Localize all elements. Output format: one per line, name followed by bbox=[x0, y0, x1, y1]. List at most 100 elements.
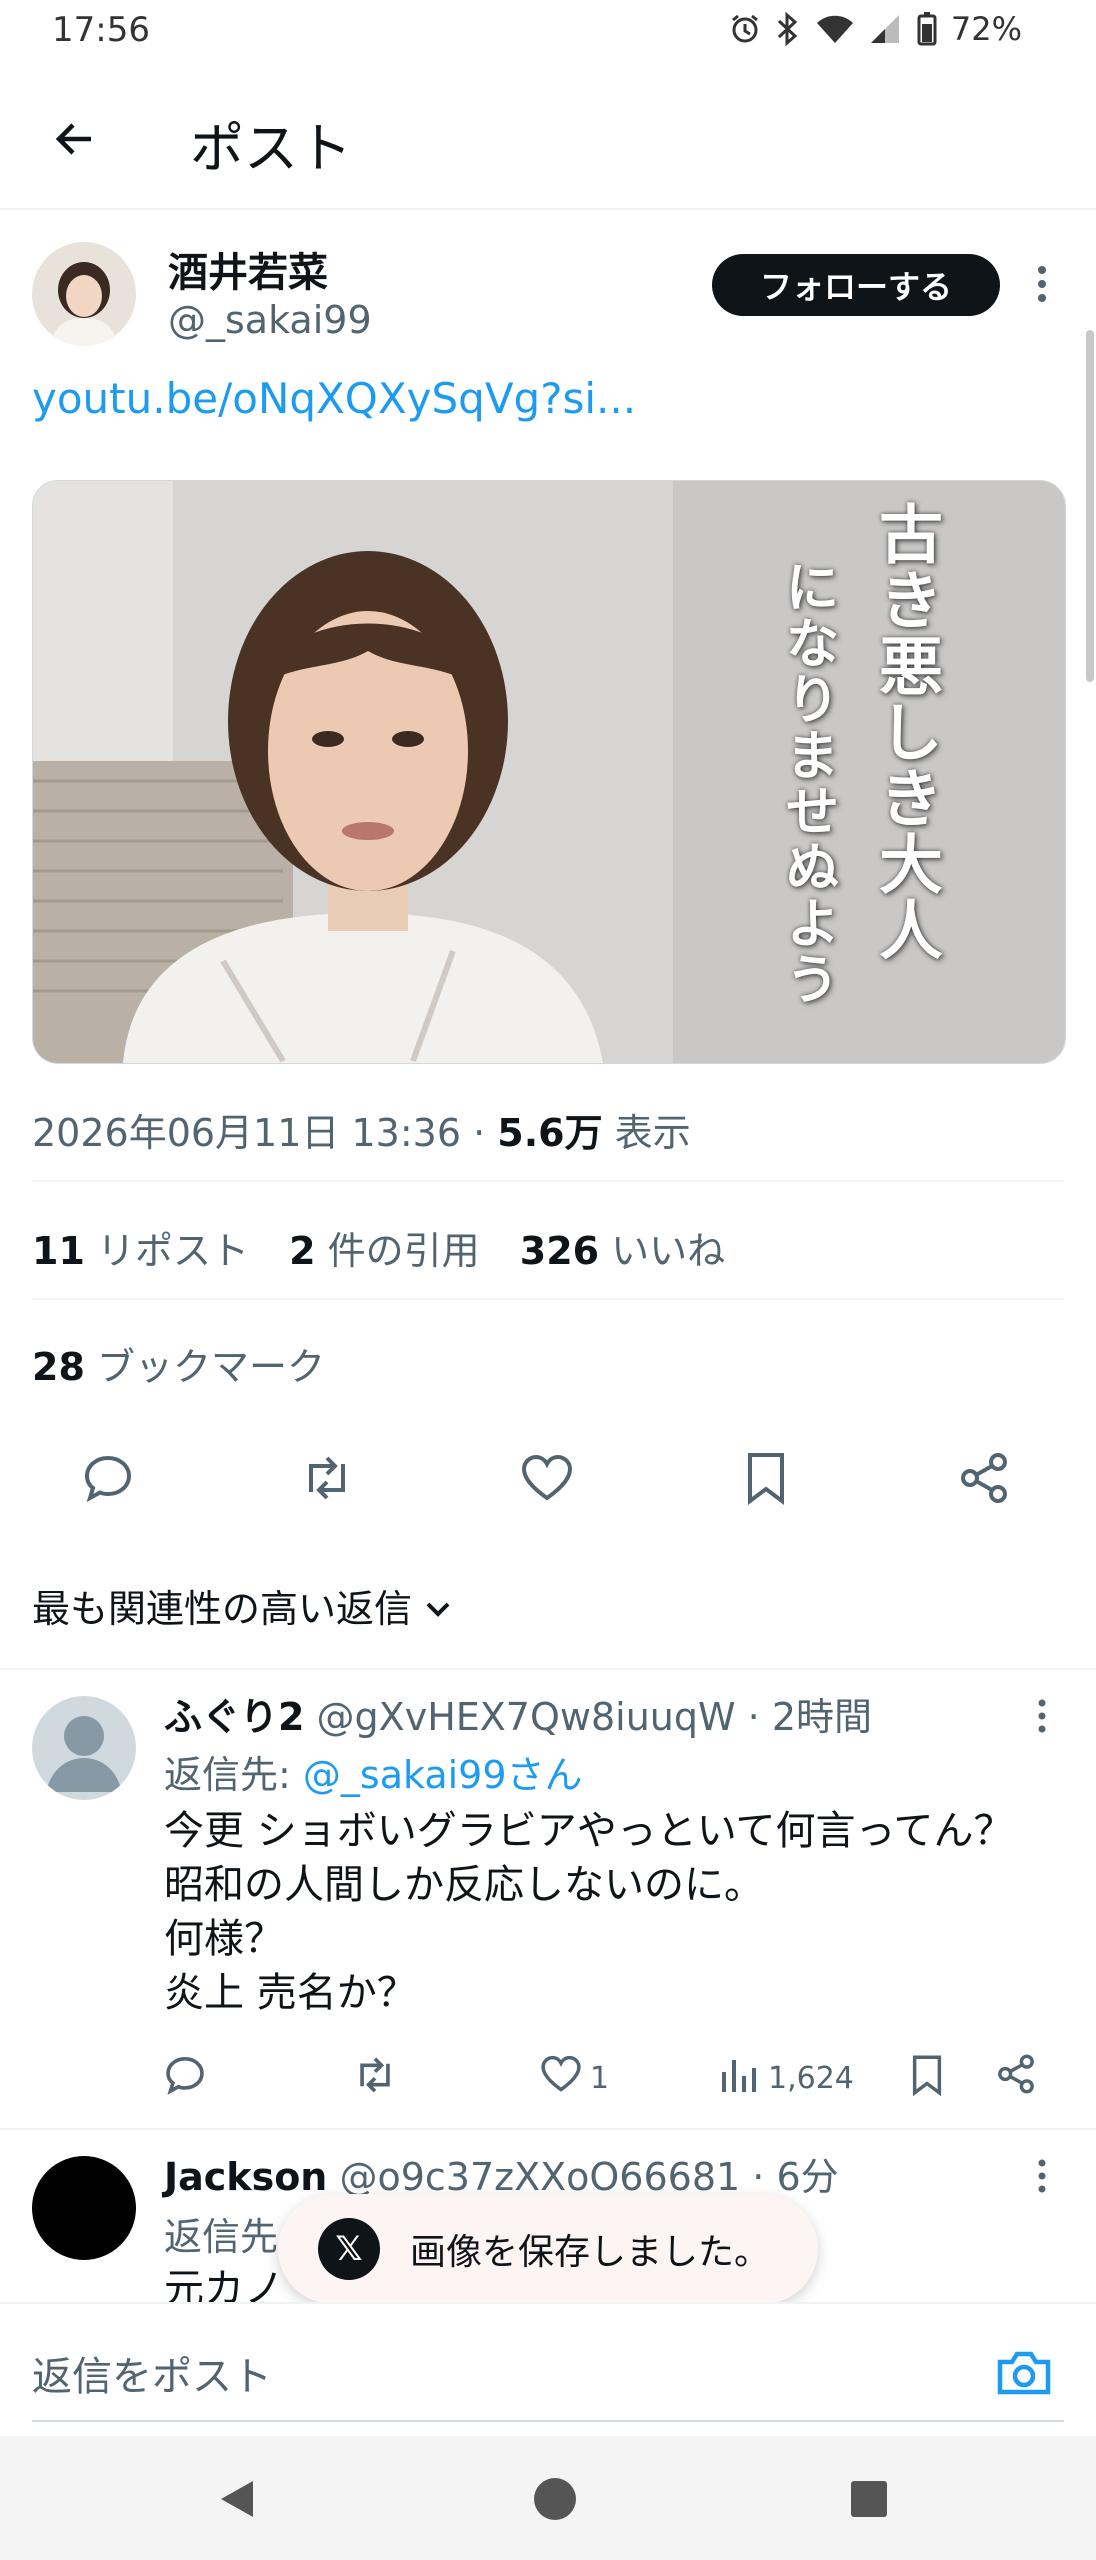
reply-header: ふぐり2 @gXvHEX7Qw8iuuqW · 2時間 bbox=[164, 1686, 872, 1741]
nav-back-icon[interactable] bbox=[202, 2464, 272, 2534]
chevron-down-icon bbox=[424, 1584, 452, 1628]
battery-percent: 72% bbox=[950, 10, 1022, 48]
repost-icon[interactable] bbox=[291, 1442, 363, 1514]
reply-body-line: 今更 ショボいグラビアやっといて何言ってん？ bbox=[164, 1808, 1014, 1854]
nav-recents-icon[interactable] bbox=[834, 2464, 904, 2534]
meta-divider bbox=[32, 1180, 1064, 1182]
like-icon[interactable] bbox=[511, 1442, 583, 1514]
reply-bookmark-button[interactable] bbox=[910, 2054, 944, 2104]
more-options-icon[interactable] bbox=[1022, 2146, 1062, 2206]
reply-to-handle[interactable]: @_sakai99さん bbox=[303, 1753, 583, 1797]
views-label: 表示 bbox=[614, 1111, 691, 1155]
reposts-label: リポスト bbox=[96, 1229, 249, 1273]
reply-compose-input[interactable]: 返信をポスト bbox=[32, 2344, 272, 2402]
page-title: ポスト bbox=[190, 117, 352, 180]
toast-message: 画像を保存しました。 bbox=[410, 2232, 771, 2273]
reply-avatar[interactable] bbox=[32, 2156, 136, 2260]
share-icon bbox=[996, 2054, 1036, 2102]
meta-separator: · bbox=[735, 1695, 772, 1739]
bookmarks-label: ブックマーク bbox=[96, 1345, 325, 1389]
reply-to-label: 返信先: bbox=[164, 1753, 291, 1797]
author-handle[interactable]: @_sakai99 bbox=[168, 298, 372, 342]
compose-underline bbox=[32, 2420, 1064, 2422]
bookmark-icon bbox=[910, 2054, 944, 2104]
share-icon[interactable] bbox=[948, 1442, 1020, 1514]
repost-icon bbox=[352, 2054, 398, 2104]
reply-sort-label: 最も関連性の高い返信 bbox=[32, 1587, 413, 1631]
replies-divider bbox=[0, 1668, 1096, 1670]
reply-like-count: 1 bbox=[590, 2060, 610, 2096]
bookmarks-stat[interactable]: 28 ブックマーク bbox=[32, 1336, 325, 1391]
x-logo-icon: 𝕏 bbox=[318, 2218, 380, 2280]
reply-body-line: 昭和の人間しか反応しないのに。 bbox=[164, 1862, 764, 1908]
post-timestamp[interactable]: 2026年06月11日 13:36 bbox=[32, 1111, 461, 1155]
toast-notification: 𝕏 画像を保存しました。 bbox=[278, 2194, 818, 2304]
post-meta: 2026年06月11日 13:36 · 5.6万 表示 bbox=[32, 1102, 691, 1157]
wifi-icon bbox=[815, 13, 855, 45]
author-name[interactable]: 酒井若菜 bbox=[168, 240, 328, 298]
reply-icon[interactable] bbox=[72, 1442, 144, 1514]
post-media-image[interactable]: 古き悪しき大人 になりませぬよう bbox=[32, 480, 1066, 1064]
status-bar: 17:56 72% bbox=[0, 0, 1096, 62]
more-options-icon[interactable] bbox=[1022, 254, 1062, 314]
likes-count: 326 bbox=[519, 1229, 600, 1273]
reply-avatar[interactable] bbox=[32, 1696, 136, 1800]
reposts-stat[interactable]: 11 リポスト bbox=[32, 1229, 249, 1273]
system-navigation-bar bbox=[0, 2436, 1096, 2560]
quotes-count: 2 bbox=[289, 1229, 316, 1273]
camera-icon[interactable] bbox=[992, 2340, 1056, 2404]
meta-separator: · bbox=[740, 2155, 777, 2199]
reply-time[interactable]: 2時間 bbox=[772, 1695, 872, 1739]
reply-author-name[interactable]: Jackson bbox=[164, 2155, 327, 2199]
reply-to-label: 返信先 bbox=[164, 2215, 279, 2259]
reply-repost-button[interactable] bbox=[352, 2054, 398, 2104]
stats-divider bbox=[32, 1298, 1064, 1300]
back-arrow-icon[interactable] bbox=[40, 104, 110, 174]
reply-author-name[interactable]: ふぐり2 bbox=[164, 1695, 304, 1739]
status-time: 17:56 bbox=[52, 10, 150, 50]
media-overlay-text-2: になりませぬよう bbox=[776, 559, 840, 1007]
bookmarks-count: 28 bbox=[32, 1345, 85, 1389]
alarm-icon bbox=[729, 13, 761, 45]
engagement-stats: 11 リポスト 2 件の引用 326 いいね bbox=[32, 1220, 753, 1275]
reply-divider bbox=[0, 2128, 1096, 2130]
quotes-stat[interactable]: 2 件の引用 bbox=[289, 1229, 480, 1273]
like-icon bbox=[540, 2054, 582, 2102]
nav-home-icon[interactable] bbox=[520, 2464, 590, 2534]
signal-icon bbox=[869, 13, 903, 45]
bluetooth-icon bbox=[775, 12, 801, 46]
reply-sort-dropdown[interactable]: 最も関連性の高い返信 bbox=[32, 1578, 452, 1633]
battery-icon bbox=[917, 12, 937, 46]
likes-label: いいね bbox=[611, 1229, 726, 1273]
reply-body-line: 炎上 売名か？ bbox=[164, 1970, 417, 2016]
author-avatar[interactable] bbox=[32, 242, 136, 346]
reply-icon bbox=[164, 2054, 206, 2104]
reply-reply-button[interactable] bbox=[164, 2054, 206, 2104]
reply-author-handle[interactable]: @o9c37zXXoO66681 bbox=[339, 2155, 740, 2199]
reply-views-button[interactable]: 1,624 bbox=[720, 2054, 854, 2102]
reply-compose-bar: 返信をポスト bbox=[0, 2302, 1096, 2434]
reply-header: Jackson @o9c37zXXoO66681 · 6分 bbox=[164, 2146, 839, 2201]
bookmark-icon[interactable] bbox=[730, 1442, 802, 1514]
follow-button[interactable]: フォローする bbox=[712, 254, 1000, 316]
quotes-label: 件の引用 bbox=[327, 1229, 480, 1273]
reply-view-count: 1,624 bbox=[768, 2060, 854, 2096]
analytics-icon bbox=[720, 2054, 760, 2102]
reply-body: 元カノ bbox=[164, 2266, 284, 2302]
reply-share-button[interactable] bbox=[996, 2054, 1036, 2102]
reply-body: 今更 ショボいグラビアやっといて何言ってん？ 昭和の人間しか反応しないのに。 何… bbox=[164, 1804, 1014, 2020]
reply-time[interactable]: 6分 bbox=[776, 2155, 838, 2199]
more-options-icon[interactable] bbox=[1022, 1686, 1062, 1746]
reposts-count: 11 bbox=[32, 1229, 85, 1273]
scrollbar[interactable] bbox=[1086, 330, 1094, 682]
reply-author-handle[interactable]: @gXvHEX7Qw8iuuqW bbox=[317, 1695, 736, 1739]
reply-to-line: 返信先: @_sakai99さん bbox=[164, 1744, 583, 1799]
views-count: 5.6万 bbox=[497, 1111, 603, 1155]
post-link[interactable]: youtu.be/oNqXQXySqVg?si... bbox=[32, 374, 636, 423]
media-overlay-text-1: 古き悪しき大人 bbox=[868, 501, 943, 963]
likes-stat[interactable]: 326 いいね bbox=[520, 1229, 725, 1273]
reply-body-line: 何様？ bbox=[164, 1916, 284, 1962]
header-divider bbox=[0, 208, 1096, 210]
reply-like-button[interactable]: 1 bbox=[540, 2054, 609, 2102]
status-icons: 72% bbox=[729, 10, 1022, 48]
